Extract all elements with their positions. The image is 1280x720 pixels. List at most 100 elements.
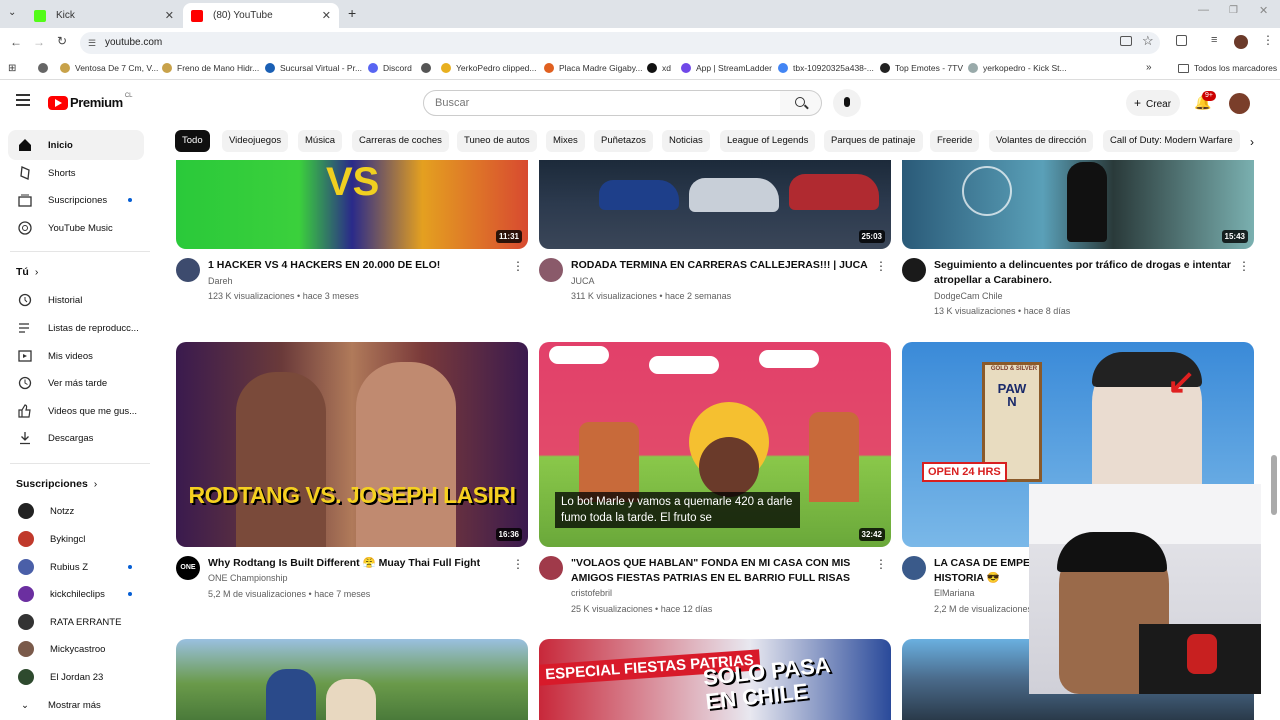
sidebar-item-suscripciones[interactable]: Suscripciones: [8, 185, 144, 215]
sidebar-item-ver-mas-tarde[interactable]: Ver más tarde: [8, 368, 144, 398]
channel-avatar[interactable]: [176, 258, 200, 282]
sidebar-sub-rata-errante[interactable]: RATA ERRANTE: [8, 607, 144, 637]
close-tab-icon[interactable]: ✕: [165, 9, 174, 22]
sidebar-item-youtube-music[interactable]: YouTube Music: [8, 213, 144, 243]
tab-youtube[interactable]: (80) YouTube ✕: [183, 3, 339, 28]
sidebar-sub-bykingcl[interactable]: Bykingcl: [8, 524, 144, 554]
bookmark-item[interactable]: App | StreamLadder: [681, 63, 772, 73]
chip[interactable]: Parques de patinaje: [824, 130, 923, 152]
scrollbar-thumb[interactable]: [1271, 455, 1277, 515]
sidebar-item-mis-videos[interactable]: Mis videos: [8, 341, 144, 371]
bookmark-item[interactable]: Top Emotes - 7TV: [880, 63, 963, 73]
more-actions-icon[interactable]: ⋮: [512, 558, 524, 570]
bookmark-item[interactable]: Discord: [368, 63, 412, 73]
channel-name[interactable]: DodgeCam Chile: [934, 291, 1003, 301]
forward-icon[interactable]: →: [33, 35, 45, 49]
notifications-button[interactable]: 🔔 9+: [1194, 91, 1216, 112]
video-card[interactable]: RODTANG VS. JOSEPH LASIRI 16:36 ONE Why …: [176, 342, 528, 607]
maximize-icon[interactable]: ❐: [1229, 5, 1238, 16]
apps-grid-icon[interactable]: ⊞: [8, 63, 16, 74]
video-title[interactable]: 1 HACKER VS 4 HACKERS EN 20.000 DE ELO!: [208, 258, 513, 273]
bookmark-item[interactable]: Ventosa De 7 Cm, V...: [60, 63, 158, 73]
channel-name[interactable]: cristofebril: [571, 588, 612, 598]
video-title[interactable]: Seguimiento a delincuentes por tráfico d…: [934, 258, 1239, 288]
channel-name[interactable]: ONE Championship: [208, 573, 288, 583]
video-thumbnail[interactable]: 25:03: [539, 160, 891, 249]
channel-avatar[interactable]: [902, 556, 926, 580]
page-scrollbar[interactable]: [1271, 95, 1277, 720]
video-card[interactable]: 25:03 RODADA TERMINA EN CARRERAS CALLEJE…: [539, 160, 891, 310]
video-card[interactable]: ESPECIAL FIESTAS PATRIAS SOLO PASA EN CH…: [539, 639, 891, 720]
subscriptions-section-header[interactable]: Suscripciones ›: [16, 478, 97, 490]
chip[interactable]: Puñetazos: [594, 130, 653, 152]
tab-search-chevron-icon[interactable]: ⌄: [8, 7, 16, 18]
browser-menu-icon[interactable]: ⋮: [1262, 33, 1274, 47]
back-icon[interactable]: ←: [10, 35, 22, 49]
channel-avatar[interactable]: ONE: [176, 556, 200, 580]
bookmark-item[interactable]: yerkopedro - Kick St...: [968, 63, 1067, 73]
channel-avatar[interactable]: [539, 556, 563, 580]
sidebar-sub-rubius[interactable]: Rubius Z: [8, 552, 144, 582]
show-more-button[interactable]: ⌄ Mostrar más: [8, 690, 144, 720]
chip[interactable]: Freeride: [930, 130, 980, 152]
chip[interactable]: Carreras de coches: [352, 130, 449, 152]
reload-icon[interactable]: ↻: [57, 34, 67, 48]
bookmark-item[interactable]: Sucursal Virtual - Pr...: [265, 63, 362, 73]
chip[interactable]: Tuneo de autos: [457, 130, 537, 152]
video-card[interactable]: VS 11:31 1 HACKER VS 4 HACKERS EN 20.000…: [176, 160, 528, 310]
video-thumbnail[interactable]: ESPECIAL FIESTAS PATRIAS SOLO PASA EN CH…: [539, 639, 891, 720]
chip-todo[interactable]: Todo: [175, 130, 210, 152]
create-button[interactable]: + Crear: [1126, 90, 1180, 116]
video-card[interactable]: [176, 639, 528, 720]
media-controls-icon[interactable]: ≡: [1211, 34, 1217, 46]
channel-name[interactable]: ElMariana: [934, 588, 975, 598]
video-card[interactable]: 15:43 Seguimiento a delincuentes por trá…: [902, 160, 1254, 325]
tab-kick[interactable]: Kick ✕: [26, 3, 182, 28]
minimize-icon[interactable]: —: [1198, 4, 1209, 16]
channel-avatar[interactable]: [902, 258, 926, 282]
search-button[interactable]: [780, 90, 822, 116]
channel-name[interactable]: Dareh: [208, 276, 233, 286]
chip[interactable]: League of Legends: [720, 130, 816, 152]
more-actions-icon[interactable]: ⋮: [875, 260, 887, 272]
voice-search-button[interactable]: [833, 89, 861, 117]
chip[interactable]: Música: [298, 130, 343, 152]
video-title[interactable]: RODADA TERMINA EN CARRERAS CALLEJERAS!!!…: [571, 258, 876, 273]
install-app-icon[interactable]: [1120, 36, 1132, 46]
chip[interactable]: Noticias: [662, 130, 710, 152]
chip[interactable]: Call of Duty: Modern Warfare: [1103, 130, 1240, 152]
account-avatar[interactable]: [1229, 93, 1250, 114]
sidebar-item-inicio[interactable]: Inicio: [8, 130, 144, 160]
youtube-logo[interactable]: Premium CL: [48, 93, 133, 110]
video-thumbnail[interactable]: RODTANG VS. JOSEPH LASIRI 16:36: [176, 342, 528, 547]
video-thumbnail[interactable]: [176, 639, 528, 720]
sidebar-item-videos-gustan[interactable]: Videos que me gus...: [8, 396, 144, 426]
video-thumbnail[interactable]: Lo bot Marle y vamos a quemarle 420 a da…: [539, 342, 891, 547]
video-thumbnail[interactable]: 15:43: [902, 160, 1254, 249]
channel-avatar[interactable]: [539, 258, 563, 282]
site-info-icon[interactable]: ☰: [88, 32, 96, 54]
bookmark-item[interactable]: [421, 63, 436, 73]
bookmark-item[interactable]: xd: [647, 63, 671, 73]
channel-name[interactable]: JUCA: [571, 276, 595, 286]
url-field[interactable]: ☰ youtube.com: [80, 32, 1160, 54]
more-actions-icon[interactable]: ⋮: [512, 260, 524, 272]
bookmark-item[interactable]: YerkoPedro clipped...: [441, 63, 537, 73]
more-actions-icon[interactable]: ⋮: [1238, 260, 1250, 272]
video-card[interactable]: Lo bot Marle y vamos a quemarle 420 a da…: [539, 342, 891, 622]
video-title[interactable]: "VOLAOS QUE HABLAN" FONDA EN MI CASA CON…: [571, 556, 876, 586]
more-actions-icon[interactable]: ⋮: [875, 558, 887, 570]
sidebar-sub-kickchileclips[interactable]: kickchileclips: [8, 579, 144, 609]
sidebar-sub-mickycastroo[interactable]: Mickycastroo: [8, 634, 144, 664]
new-tab-button[interactable]: +: [348, 5, 356, 21]
chips-next-button[interactable]: ›: [1242, 132, 1262, 152]
you-section-header[interactable]: Tú ›: [16, 266, 38, 278]
sidebar-item-shorts[interactable]: Shorts: [8, 158, 144, 188]
close-window-icon[interactable]: ✕: [1259, 4, 1268, 17]
bookmark-item[interactable]: [38, 63, 53, 73]
bookmark-item[interactable]: Placa Madre Gigaby...: [544, 63, 642, 73]
video-title[interactable]: Why Rodtang Is Built Different 😤 Muay Th…: [208, 556, 513, 571]
more-bookmarks-icon[interactable]: »: [1146, 62, 1152, 73]
sidebar-item-descargas[interactable]: Descargas: [8, 423, 144, 453]
bookmark-star-icon[interactable]: ☆: [1142, 33, 1154, 49]
